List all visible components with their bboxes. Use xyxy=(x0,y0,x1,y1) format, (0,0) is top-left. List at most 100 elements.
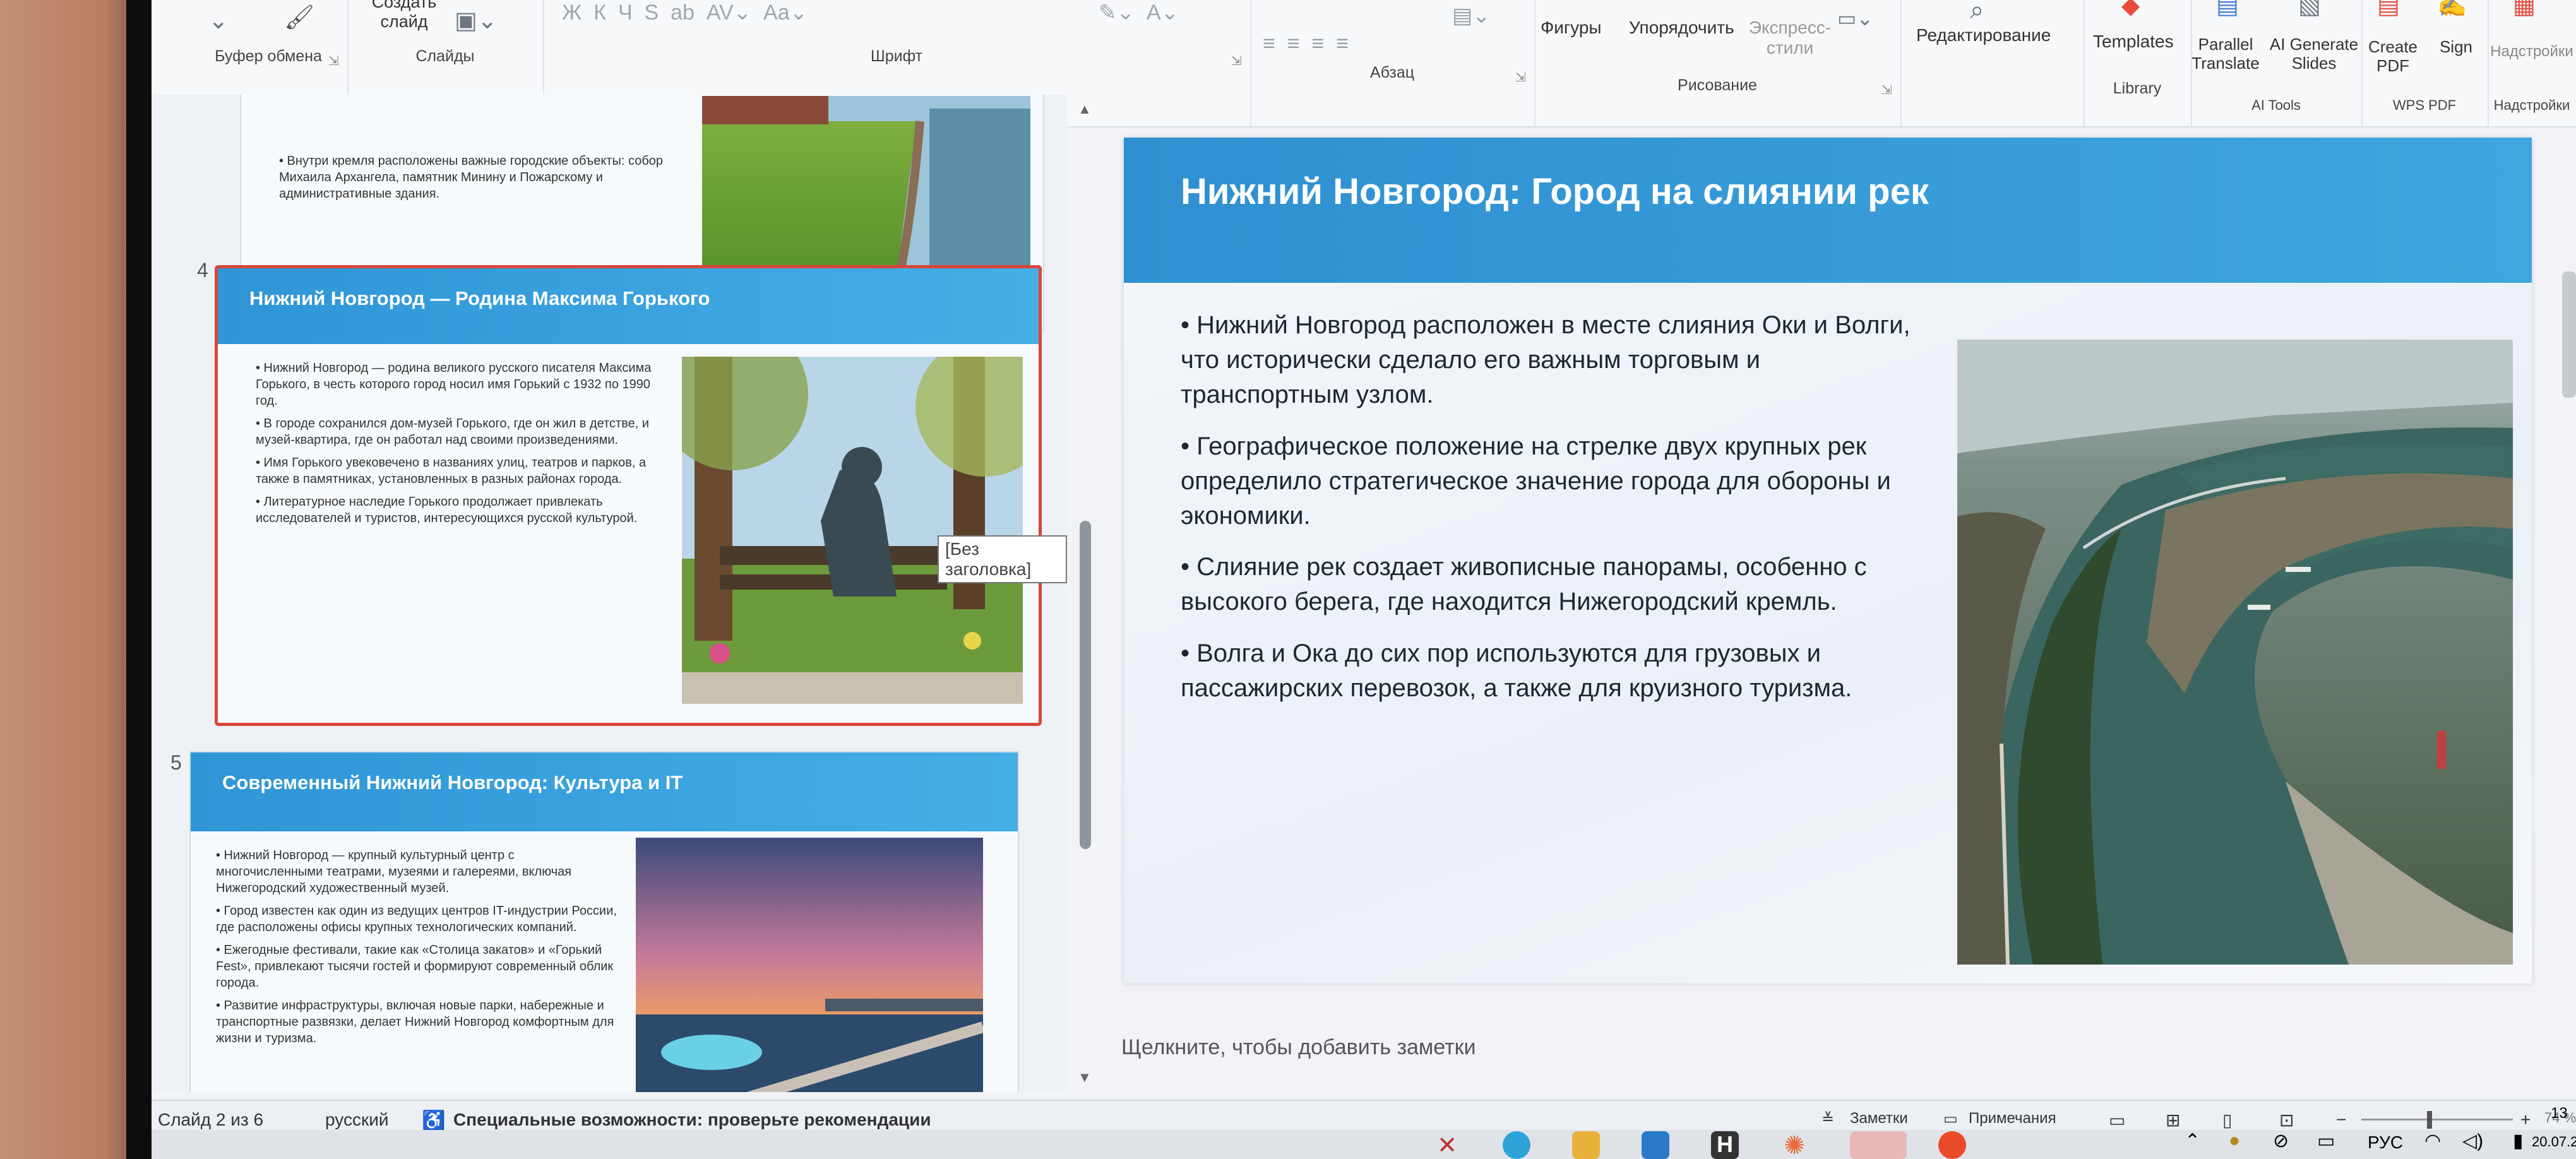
paragraph-label: Абзац xyxy=(1369,64,1415,81)
slide-body-text[interactable]: • Нижний Новгород расположен в месте сли… xyxy=(1181,308,1913,722)
clock-time[interactable]: 13 xyxy=(2551,1105,2568,1122)
slide-bullet: • Волга и Ока до сих пор используются дл… xyxy=(1181,639,1852,702)
thumbnail-5-bullet: • Развитие инфраструктуры, включая новые… xyxy=(216,999,614,1045)
translate-icon[interactable]: ▤ xyxy=(2216,0,2239,20)
h-app-icon[interactable]: H xyxy=(1711,1131,1739,1159)
shape-fill-icon[interactable]: ▭⌄ xyxy=(1837,6,1873,30)
paste-chevron-icon[interactable]: ⌄ xyxy=(208,6,229,35)
thumbnails-scroll-thumb[interactable] xyxy=(1080,521,1091,849)
sign-button[interactable]: Sign xyxy=(2431,37,2481,57)
comments-icon[interactable]: ▭ xyxy=(1943,1110,1958,1128)
tray-battery-icon[interactable]: ▭ xyxy=(2317,1130,2335,1152)
font-label: Шрифт xyxy=(870,47,923,65)
slide-title[interactable]: Нижний Новгород: Город на слиянии рек xyxy=(1181,170,1929,213)
no-title-tooltip: [Без заголовка] xyxy=(938,535,1067,583)
slide-bullet: • Географическое положение на стрелке дв… xyxy=(1181,432,1891,530)
battery-icon[interactable]: ▮ xyxy=(2513,1130,2524,1152)
volume-icon[interactable]: ◁) xyxy=(2462,1130,2483,1152)
sign-icon[interactable]: ✍ xyxy=(2437,0,2467,19)
create-slide-button[interactable]: Создать слайд xyxy=(366,0,442,32)
paragraph-group: ≡ ≡ ≡ ≡ ▤⌄ Абзац ⇲ xyxy=(1250,0,1535,126)
notes-placeholder[interactable]: Щелкните, чтобы добавить заметки xyxy=(1121,1035,1476,1060)
font-format-icons[interactable]: Ж К Ч S ab AV⌄ Aa⌄ xyxy=(562,0,808,25)
ai-slides-icon[interactable]: ▧ xyxy=(2298,0,2321,20)
drawing-launcher-icon[interactable]: ⇲ xyxy=(1881,82,1894,97)
alignment-icons[interactable]: ≡ ≡ ≡ ≡ xyxy=(1263,32,1349,56)
clock-date[interactable]: 20.07.2 xyxy=(2532,1134,2576,1150)
shapes-button[interactable]: Фигуры xyxy=(1541,18,1602,38)
drawing-label: Рисование xyxy=(1678,76,1757,94)
addins-icon[interactable]: ▦ xyxy=(2513,0,2536,20)
paragraph-launcher-icon[interactable]: ⇲ xyxy=(1515,69,1528,85)
create-pdf-icon[interactable]: ▤ xyxy=(2377,0,2400,20)
gorky-statue-image xyxy=(682,357,1023,704)
edge-icon[interactable] xyxy=(1503,1131,1530,1159)
scroll-up-icon[interactable]: ▲ xyxy=(1078,101,1092,117)
presentation-app-icon[interactable] xyxy=(1850,1131,1907,1159)
create-pdf-button[interactable]: Create PDF xyxy=(2361,37,2424,76)
highlight-color-icon[interactable]: ✎⌄ A⌄ xyxy=(1099,0,1179,25)
river-confluence-image[interactable] xyxy=(1957,340,2513,965)
slide-sorter-icon[interactable]: ⊞ xyxy=(2166,1110,2180,1131)
language-indicator[interactable]: русский xyxy=(325,1110,388,1130)
notes-icon[interactable]: ≚ xyxy=(1822,1110,1834,1128)
keyboard-language[interactable]: РУС xyxy=(2368,1132,2403,1153)
font-launcher-icon[interactable]: ⇲ xyxy=(1231,53,1244,68)
ai-tools-group: ▤ ▧ Parallel Translate AI Generate Slide… xyxy=(2191,0,2363,126)
editing-button[interactable]: Редактирование xyxy=(1916,25,2051,45)
accessibility-icon[interactable]: ♿ xyxy=(422,1110,445,1132)
tray-mute-icon[interactable]: ⊘ xyxy=(2273,1130,2289,1152)
drawing-group: Фигуры Упорядочить Экспресс-стили ▭⌄ Рис… xyxy=(1534,0,1902,126)
thumbnail-5-text: • Нижний Новгород — крупный культурный ц… xyxy=(216,847,620,1053)
comments-button[interactable]: Примечания xyxy=(1969,1110,2056,1127)
thumbnail-5-number: 5 xyxy=(170,751,182,774)
current-slide[interactable]: Нижний Новгород: Город на слиянии рек • … xyxy=(1124,138,2532,984)
notes-button[interactable]: Заметки xyxy=(1850,1110,1908,1127)
zoom-in-icon[interactable]: + xyxy=(2520,1110,2531,1130)
sunset-city-image xyxy=(636,838,983,1092)
columns-icon[interactable]: ▤⌄ xyxy=(1452,3,1491,28)
clipboard-launcher-icon[interactable]: ⇲ xyxy=(328,53,341,68)
format-painter-icon[interactable]: 🖌 xyxy=(284,4,314,32)
scroll-down-icon[interactable]: ▼ xyxy=(1078,1069,1092,1086)
slide-header-band: Нижний Новгород: Город на слиянии рек xyxy=(1124,138,2532,283)
reading-view-icon[interactable]: ▯ xyxy=(2222,1110,2232,1131)
normal-view-icon[interactable]: ▭ xyxy=(2109,1110,2125,1131)
tray-app-icon[interactable]: ● xyxy=(2229,1130,2240,1151)
zoom-slider[interactable] xyxy=(2361,1119,2513,1120)
wps-icon[interactable] xyxy=(1938,1131,1966,1159)
layout-icon[interactable]: ▣⌄ xyxy=(455,6,498,35)
thumbnail-slide-5[interactable]: Современный Нижний Новгород: Культура и … xyxy=(189,751,1019,1092)
addins-button[interactable]: Надстройки xyxy=(2488,43,2576,61)
templates-button[interactable]: Templates xyxy=(2093,32,2174,52)
ai-tools-label: AI Tools xyxy=(2251,97,2301,113)
addins-group-label: Надстройки xyxy=(2493,97,2570,113)
wifi-icon[interactable]: ◠ xyxy=(2424,1130,2441,1152)
tray-chevron-icon[interactable]: ⌃ xyxy=(2185,1130,2200,1152)
clipboard-label: Буфер обмена xyxy=(215,47,322,65)
close-app-icon[interactable]: ✕ xyxy=(1433,1131,1461,1159)
slide-thumbnails-panel[interactable]: • Внутри кремля расположены важные город… xyxy=(152,95,1067,1092)
thumbnail-5-header: Современный Нижний Новгород: Культура и … xyxy=(191,752,1018,831)
store-icon[interactable] xyxy=(1642,1131,1669,1159)
thumbnail-4-bullet: • В городе сохранился дом-музей Горького… xyxy=(256,417,650,447)
slideshow-icon[interactable]: ⊡ xyxy=(2279,1110,2294,1131)
slides-label: Слайды xyxy=(415,47,475,65)
zoom-out-icon[interactable]: − xyxy=(2336,1110,2346,1130)
parallel-translate-button[interactable]: Parallel Translate xyxy=(2191,35,2260,73)
search-icon[interactable]: ⌕ xyxy=(1970,0,1984,25)
zoom-slider-handle[interactable] xyxy=(2427,1111,2432,1129)
thumbnail-slide-4[interactable]: Нижний Новгород — Родина Максима Горьког… xyxy=(215,265,1042,726)
thumbnail-4-number: 4 xyxy=(197,259,208,282)
templates-icon[interactable]: ◆ xyxy=(2121,0,2140,20)
ai-generate-button[interactable]: AI Generate Slides xyxy=(2267,35,2361,73)
wps-pdf-group: ▤ ✍ Create PDF Sign WPS PDF xyxy=(2361,0,2489,126)
quick-styles-button[interactable]: Экспресс-стили xyxy=(1746,18,1834,58)
powerpoint-window: ⌄ 🖌 Буфер обмена ⇲ Создать слайд ▣⌄ Слай… xyxy=(152,0,2576,1159)
spark-app-icon[interactable]: ✺ xyxy=(1780,1131,1808,1159)
arrange-button[interactable]: Упорядочить xyxy=(1629,18,1734,38)
slide-scroll-thumb[interactable] xyxy=(2562,271,2576,398)
accessibility-status[interactable]: Специальные возможности: проверьте реком… xyxy=(453,1110,931,1130)
explorer-icon[interactable] xyxy=(1572,1131,1600,1159)
thumbnail-5-bullet: • Нижний Новгород — крупный культурный ц… xyxy=(216,848,572,895)
